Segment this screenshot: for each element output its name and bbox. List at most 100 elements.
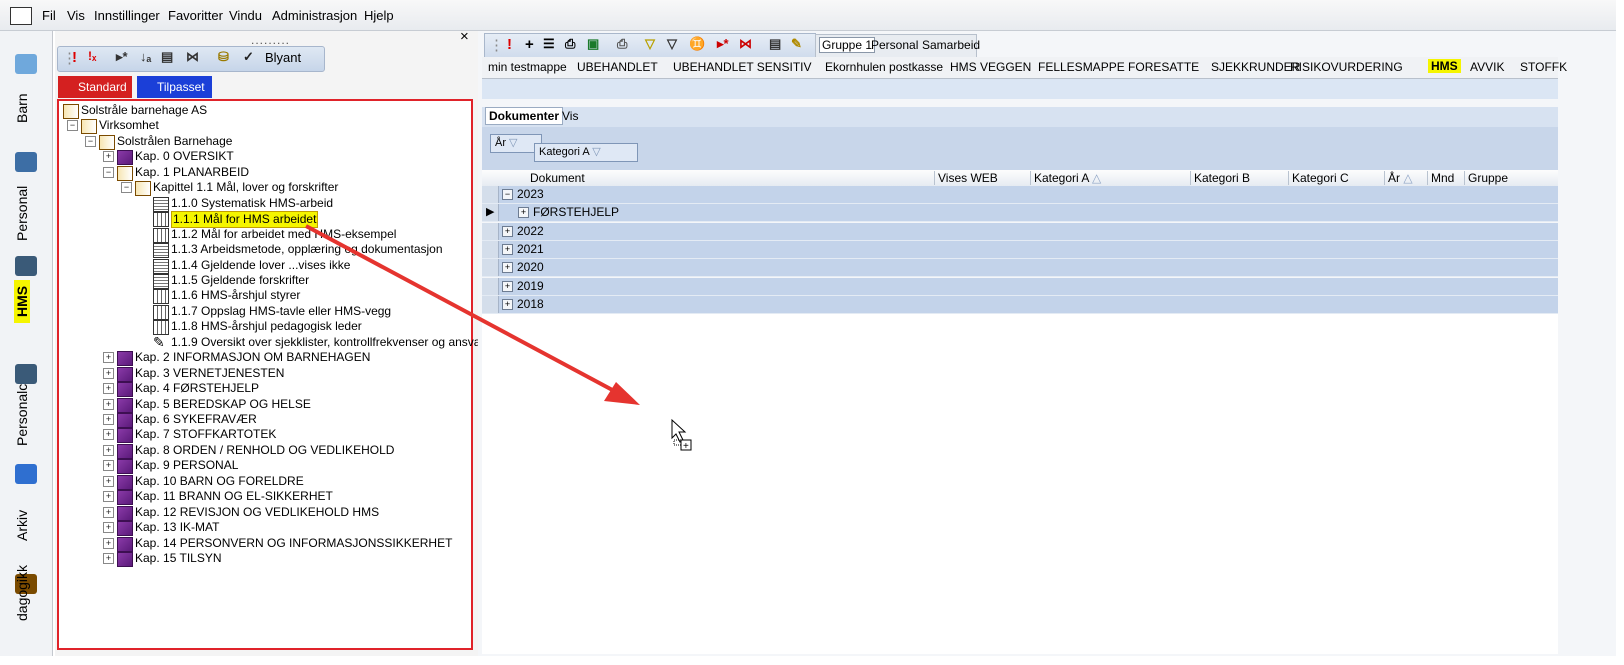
folder-tab[interactable]: AVVIK (1470, 60, 1504, 74)
row-selector[interactable] (482, 186, 499, 203)
binders-icon[interactable] (0, 461, 52, 487)
nav-label-5[interactable]: dagogikk (14, 565, 30, 621)
tree-item[interactable]: + Kap. 2 INFORMASJON OM BARNEHAGEN (59, 350, 467, 367)
nav-label-0[interactable]: Barn (14, 93, 30, 123)
menu-fil[interactable]: Fil (42, 8, 56, 23)
table-row[interactable]: +2022 (482, 222, 1558, 241)
expand-icon[interactable]: + (103, 475, 114, 487)
expand-icon[interactable]: + (502, 243, 513, 255)
row-selector[interactable] (482, 277, 499, 295)
nav-label-3[interactable]: Personalc (14, 384, 30, 446)
subtab-vis[interactable]: Vis (562, 109, 578, 123)
column-header[interactable]: Kategori A △ (1030, 171, 1194, 185)
column-header[interactable]: Mnd (1427, 171, 1468, 185)
close-icon[interactable]: × (460, 28, 469, 45)
folder-tab[interactable]: HMS VEGGEN (950, 60, 1031, 74)
column-header[interactable]: Dokument (527, 171, 937, 185)
expand-icon[interactable]: + (103, 553, 114, 565)
tree-item[interactable]: ✎ 1.1.9 Oversikt over sjekklister, kontro… (59, 335, 484, 350)
folder-tab[interactable]: Ekornhulen postkasse (825, 60, 943, 74)
database-icon[interactable]: ⛁ (218, 49, 229, 65)
tree-item[interactable]: + Kap. 7 STOFFKARTOTEK (59, 427, 467, 444)
expand-icon[interactable]: + (502, 280, 513, 292)
tab-standard[interactable]: Standard (58, 76, 132, 98)
collapse-icon[interactable]: − (502, 189, 513, 200)
group-tab[interactable]: Personal (871, 38, 918, 52)
important-icon[interactable]: ! (507, 36, 512, 53)
filter-icon[interactable]: ▽ (667, 36, 677, 52)
group-chip[interactable]: Kategori A ▽ (534, 143, 638, 162)
tree-item[interactable]: + Kap. 0 OVERSIKT (59, 149, 467, 166)
subtab-dokumenter[interactable]: Dokumenter (485, 107, 564, 125)
expand-icon[interactable]: + (103, 414, 114, 425)
people-icon[interactable] (0, 149, 52, 175)
tree-item[interactable]: + Kap. 8 ORDEN / RENHOLD OG VEDLIKEHOLD (59, 443, 467, 459)
expand-icon[interactable]: + (103, 537, 114, 549)
blyant-button[interactable]: Blyant (265, 50, 301, 65)
expand-icon[interactable]: + (502, 298, 513, 310)
menu-vindu[interactable]: Vindu (229, 8, 262, 23)
tree-item[interactable]: 1.1.6 HMS-årshjul styrer (59, 288, 467, 305)
hide-icon[interactable]: ⋈ (186, 49, 199, 65)
tab-tilpasset[interactable]: Tilpasset (137, 76, 212, 98)
table-row[interactable]: ▶ + FØRSTEHJELP (482, 204, 1558, 223)
add-icon[interactable]: + (525, 36, 534, 53)
collapse-icon[interactable]: − (103, 166, 114, 178)
tree-item[interactable]: 1.1.3 Arbeidsmetode, opplæring og dokume… (59, 242, 467, 259)
pencil-icon[interactable]: ✎ (791, 36, 802, 52)
important-clear-icon[interactable]: !ₓ (88, 49, 96, 63)
sort-icon[interactable]: ↓ₐ (140, 49, 151, 64)
tree-item[interactable]: 1.1.5 Gjeldende forskrifter (59, 273, 467, 289)
filter-special-icon[interactable]: ▽ (645, 36, 655, 52)
tree-item[interactable]: − Kapittel 1.1 Mål, lover og forskrifter (59, 180, 467, 197)
properties-icon[interactable]: ▤ (769, 36, 781, 52)
notebook-icon[interactable] (0, 253, 52, 279)
column-header[interactable]: Vises WEB (934, 171, 1034, 185)
table-row[interactable]: +2020 (482, 259, 1558, 278)
nav-label-4[interactable]: Arkiv (14, 510, 30, 541)
delete-icon[interactable]: ⋈ (739, 36, 752, 52)
folder-tab[interactable]: min testmappe (488, 60, 567, 74)
folder-tab[interactable]: SJEKKRUNDER (1211, 60, 1300, 74)
tree-item[interactable]: 1.1.0 Systematisk HMS-arbeid (59, 196, 467, 212)
app-icon[interactable] (10, 7, 32, 25)
group-tab[interactable]: Gruppe 1 (819, 37, 876, 53)
column-header[interactable]: År △ (1384, 171, 1431, 185)
tree-item[interactable]: + Kap. 15 TILSYN (59, 551, 467, 568)
important-icon[interactable]: ! (72, 49, 77, 66)
tree-item[interactable]: + Kap. 10 BARN OG FORELDRE (59, 474, 467, 490)
row-selector[interactable] (482, 295, 499, 313)
expand-icon[interactable]: + (103, 506, 114, 518)
table-row[interactable]: +2019 (482, 277, 1558, 296)
tree-item[interactable]: − Virksomhet (59, 118, 467, 135)
tree-item[interactable]: + Kap. 12 REVISJON OG VEDLIKEHOLD HMS (59, 505, 467, 521)
menu-vis[interactable]: Vis (67, 8, 85, 23)
expand-icon[interactable]: + (103, 398, 114, 410)
expand-icon[interactable]: + (103, 429, 114, 441)
expand-icon[interactable]: + (518, 207, 529, 219)
menu-administrasjon[interactable]: Administrasjon (272, 8, 357, 23)
tree-item[interactable]: 1.1.7 Oppslag HMS-tavle eller HMS-vegg (59, 304, 467, 320)
hands-icon[interactable] (0, 51, 52, 77)
tree-item[interactable]: + Kap. 11 BRANN OG EL-SIKKERHET (59, 489, 467, 506)
expand-icon[interactable]: + (103, 522, 114, 534)
tree-item[interactable]: + Kap. 9 PERSONAL (59, 458, 467, 475)
folder-tab[interactable]: UBEHANDLET (577, 60, 658, 74)
play-marked-icon[interactable]: ▸* (717, 36, 729, 52)
column-header[interactable]: Kategori C (1288, 171, 1388, 185)
play-icon[interactable]: ▸* (116, 49, 128, 65)
tree-item[interactable]: + Kap. 6 SYKEFRAVÆR (59, 412, 467, 428)
expand-icon[interactable]: + (103, 367, 114, 379)
expand-icon[interactable]: + (103, 460, 114, 472)
print-icon[interactable]: ⎙ (617, 36, 627, 52)
tree-item[interactable]: + Kap. 4 FØRSTEHJELP (59, 381, 467, 398)
group-tab[interactable]: Samarbeid (922, 38, 980, 52)
tree-item[interactable]: 1.1.4 Gjeldende lover ...vises ikke (59, 258, 467, 274)
tree-item[interactable]: + Kap. 14 PERSONVERN OG INFORMASJONSSIKKE… (59, 536, 467, 552)
menu-innstillinger[interactable]: Innstillinger (94, 8, 160, 23)
tree-item[interactable]: − Kap. 1 PLANARBEID (59, 165, 467, 181)
column-header[interactable]: Kategori B (1190, 171, 1292, 185)
expand-icon[interactable]: + (103, 383, 114, 395)
column-header[interactable]: Gruppe (1464, 171, 1562, 185)
spellcheck-icon[interactable]: ✓ (243, 49, 254, 65)
